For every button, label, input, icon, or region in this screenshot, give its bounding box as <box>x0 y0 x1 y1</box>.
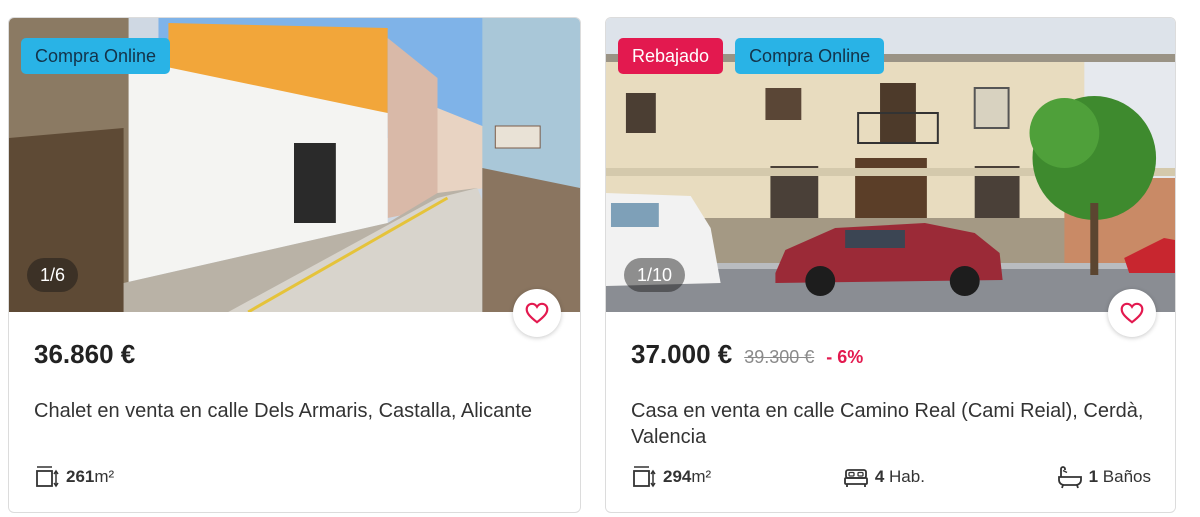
area-value: 261 <box>66 467 95 486</box>
area-feature: 294m² <box>631 464 711 490</box>
listing-card[interactable]: Compra Online 1/6 36.860 € Chalet en ven… <box>8 17 581 513</box>
heart-outline-icon <box>525 302 549 324</box>
baths-feature: 1 Baños <box>1057 464 1151 490</box>
listing-card[interactable]: Rebajado Compra Online 1/10 37.000 € 39.… <box>605 17 1176 513</box>
baths-label: Baños <box>1102 467 1151 486</box>
rebajado-badge: Rebajado <box>618 38 724 74</box>
photo-counter: 1/6 <box>27 258 79 292</box>
baths-value: 1 <box>1088 467 1099 486</box>
bathtub-icon <box>1057 466 1082 489</box>
rooms-label: Hab. <box>889 467 925 486</box>
photo-counter: 1/10 <box>624 258 686 292</box>
compra-online-badge: Compra Online <box>21 38 171 74</box>
discount-percent: - 6% <box>826 347 864 367</box>
bed-icon <box>843 469 868 487</box>
area-measure-icon <box>633 466 656 488</box>
area-unit: m² <box>94 467 115 486</box>
area-unit: m² <box>691 467 712 486</box>
listing-title[interactable]: Chalet en venta en calle Dels Armaris, C… <box>34 398 559 424</box>
old-price: 39.300 € <box>744 347 815 367</box>
area-value: 294 <box>663 467 692 486</box>
rooms-feature: 4 Hab. <box>843 464 925 490</box>
favorite-button[interactable] <box>1108 289 1156 337</box>
area-feature: 261m² <box>34 464 114 490</box>
listing-price: 36.860 € <box>34 339 136 369</box>
listing-price: 37.000 € <box>631 339 733 369</box>
compra-online-badge: Compra Online <box>735 38 885 74</box>
rooms-value: 4 <box>874 467 885 486</box>
favorite-button[interactable] <box>513 289 561 337</box>
heart-outline-icon <box>1120 302 1144 324</box>
area-measure-icon <box>36 466 59 488</box>
listing-title[interactable]: Casa en venta en calle Camino Real (Cami… <box>631 398 1156 450</box>
